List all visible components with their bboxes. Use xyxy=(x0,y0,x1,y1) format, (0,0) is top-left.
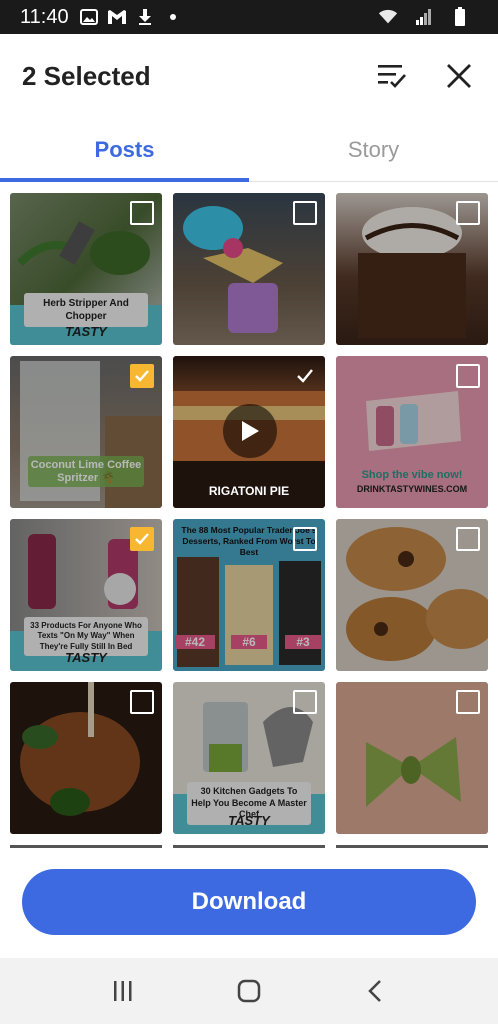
media-grid: Herb Stripper And Chopper TASTY Coconut … xyxy=(0,183,498,848)
grid-tile-partial xyxy=(336,845,488,848)
select-checkbox[interactable] xyxy=(456,690,480,714)
download-button[interactable]: Download xyxy=(22,869,476,935)
checkmark-icon xyxy=(297,369,313,383)
tab-posts[interactable]: Posts xyxy=(0,118,249,182)
select-checkbox[interactable] xyxy=(456,527,480,551)
grid-tile[interactable]: 30 Kitchen Gadgets To Help You Become A … xyxy=(173,682,325,834)
checkmark-icon xyxy=(135,370,149,382)
grid-tile[interactable]: Herb Stripper And Chopper TASTY xyxy=(10,193,162,345)
download-icon xyxy=(135,8,155,26)
grid-tile[interactable] xyxy=(336,682,488,834)
grid-tile[interactable]: 33 Products For Anyone Who Texts "On My … xyxy=(10,519,162,671)
signal-icon xyxy=(414,8,434,26)
grid-tile[interactable] xyxy=(173,193,325,345)
select-checkbox[interactable] xyxy=(130,690,154,714)
play-icon[interactable] xyxy=(223,404,277,458)
recent-apps-icon[interactable] xyxy=(103,971,143,1011)
system-nav-bar xyxy=(0,958,498,1024)
grid-tile[interactable]: Coconut Lime Coffee Spritzer 🌴 xyxy=(10,356,162,508)
selection-header: 2 Selected xyxy=(0,34,498,118)
checkmark-icon xyxy=(135,533,149,545)
close-icon[interactable] xyxy=(441,58,477,94)
select-checkbox-checked[interactable] xyxy=(130,364,154,388)
select-checkbox-checked[interactable] xyxy=(130,527,154,551)
battery-icon xyxy=(450,7,470,26)
grid-tile[interactable] xyxy=(336,519,488,671)
grid-tile[interactable]: Shop the vibe now! DRINKTASTYWINES.COM xyxy=(336,356,488,508)
home-icon[interactable] xyxy=(229,971,269,1011)
select-checkbox[interactable] xyxy=(456,201,480,225)
grid-tile[interactable] xyxy=(336,193,488,345)
select-checkbox[interactable] xyxy=(293,527,317,551)
grid-tile-partial xyxy=(173,845,325,848)
status-time: 11:40 xyxy=(20,5,69,28)
grid-tile[interactable]: The 88 Most Popular Trader Joe's Dessert… xyxy=(173,519,325,671)
gmail-icon xyxy=(107,8,127,26)
grid-tile[interactable] xyxy=(10,682,162,834)
dot-icon xyxy=(163,8,183,26)
grid-tile[interactable]: RIGATONI PIE xyxy=(173,356,325,508)
select-checkbox[interactable] xyxy=(456,364,480,388)
tab-story[interactable]: Story xyxy=(249,118,498,181)
wifi-icon xyxy=(378,8,398,26)
sort-check-icon[interactable] xyxy=(374,58,410,94)
tab-bar: Posts Story xyxy=(0,118,498,182)
select-checkbox[interactable] xyxy=(293,690,317,714)
image-icon xyxy=(79,8,99,26)
page-title: 2 Selected xyxy=(22,60,151,91)
grid-tile-partial xyxy=(10,845,162,848)
video-title: RIGATONI PIE xyxy=(208,484,290,498)
select-checkbox[interactable] xyxy=(293,201,317,225)
select-checkbox-checked[interactable] xyxy=(293,364,317,388)
select-checkbox[interactable] xyxy=(130,201,154,225)
back-icon[interactable] xyxy=(355,971,395,1011)
status-bar: 11:40 xyxy=(0,0,498,34)
